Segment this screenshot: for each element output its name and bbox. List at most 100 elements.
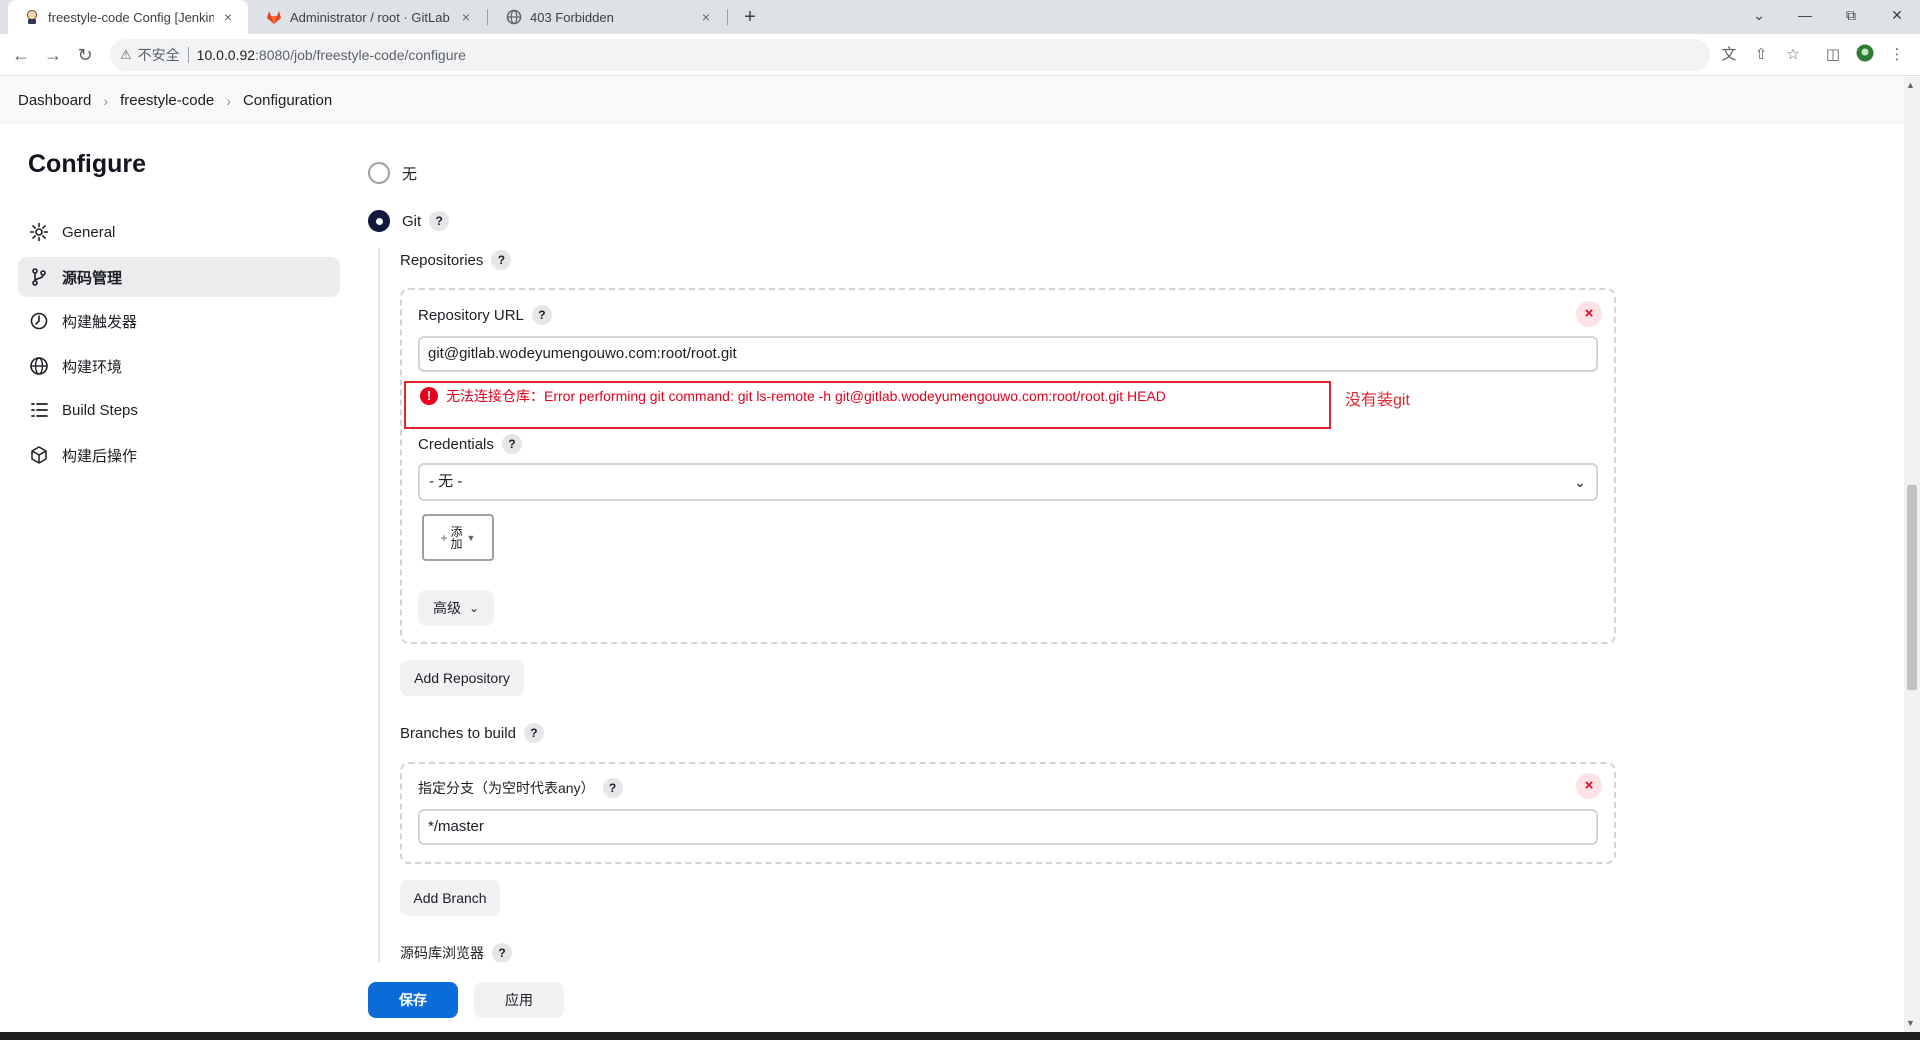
plus-icon: +	[440, 530, 448, 545]
repo-browser-label: 源码库浏览器 ?	[400, 943, 512, 963]
sidebar-item-environment[interactable]: 构建环境	[18, 346, 340, 386]
credentials-label: Credentials ?	[418, 434, 522, 454]
side-panel-icon: ◫	[1825, 46, 1841, 63]
branches-label: Branches to build ?	[400, 723, 544, 743]
sidebar-item-post-build[interactable]: 构建后操作	[18, 435, 340, 475]
browser-tab-title: freestyle-code Config [Jenkins]	[48, 9, 214, 25]
reload-icon: ↻	[77, 45, 93, 65]
annotation-box	[404, 381, 1331, 429]
help-icon[interactable]: ?	[602, 778, 623, 798]
sidebar-item-label: 源码管理	[62, 269, 123, 287]
browser-tab-gitlab[interactable]: Administrator / root · GitLab ×	[250, 0, 486, 34]
label-text: Credentials	[418, 435, 494, 453]
repositories-label: Repositories ?	[400, 250, 512, 270]
browser-tab-jenkins[interactable]: freestyle-code Config [Jenkins] ×	[8, 0, 248, 34]
arrow-right-icon: →	[44, 45, 62, 65]
close-icon[interactable]: ×	[220, 9, 236, 25]
clock-icon	[28, 310, 50, 332]
scroll-down-icon[interactable]: ▼	[1906, 1018, 1915, 1028]
label-text: Repositories	[400, 251, 484, 269]
profile-button[interactable]	[1854, 44, 1876, 66]
add-repository-button[interactable]: Add Repository	[400, 660, 524, 696]
save-button[interactable]: 保存	[368, 982, 458, 1018]
radio-none[interactable]	[368, 162, 390, 184]
scm-option-none[interactable]: 无	[368, 162, 417, 184]
option-label: Git	[402, 212, 422, 230]
globe-icon	[506, 9, 522, 25]
translate-button[interactable]: 文	[1718, 44, 1740, 66]
restore-button[interactable]: ⧉	[1828, 0, 1874, 34]
minimize-button[interactable]: —	[1782, 0, 1828, 34]
branch-icon	[28, 266, 50, 288]
url-path: :8080/job/freestyle-code/configure	[255, 47, 466, 63]
star-icon: ☆	[1786, 46, 1800, 63]
restore-icon: ⧉	[1846, 7, 1856, 23]
browser-tab-strip: freestyle-code Config [Jenkins] × Admini…	[0, 0, 1920, 34]
url-host: 10.0.0.92	[196, 47, 256, 63]
breadcrumb: Dashboard › freestyle-code › Configurati…	[0, 77, 1920, 124]
chevron-down-icon: ⌄	[468, 601, 480, 615]
share-icon: ⇧	[1754, 46, 1768, 63]
bookmark-button[interactable]: ☆	[1782, 44, 1804, 66]
close-icon: ✕	[1891, 7, 1903, 23]
label-text: Repository URL	[418, 306, 524, 324]
repo-url-label: Repository URL ?	[418, 305, 552, 325]
button-label: 高级	[432, 600, 461, 616]
close-icon[interactable]: ×	[698, 9, 714, 25]
dropdown-caret-icon: ▼	[466, 532, 476, 543]
help-icon[interactable]: ?	[501, 434, 522, 454]
delete-branch-button[interactable]: ×	[1576, 773, 1602, 799]
label-text: 源码库浏览器	[400, 945, 484, 961]
radio-git[interactable]	[368, 210, 390, 232]
help-icon[interactable]: ?	[531, 305, 552, 325]
branch-spec-input[interactable]: */master	[418, 809, 1598, 845]
advanced-button[interactable]: 高级 ⌄	[418, 590, 494, 626]
button-label: 添加	[450, 524, 463, 551]
scroll-up-icon[interactable]: ▲	[1906, 80, 1915, 90]
close-window-button[interactable]: ✕	[1874, 0, 1920, 34]
browser-tab-403[interactable]: 403 Forbidden ×	[490, 0, 726, 34]
option-label: 无	[402, 165, 418, 183]
help-icon[interactable]: ?	[429, 211, 450, 231]
close-icon[interactable]: ×	[458, 9, 474, 25]
new-tab-button[interactable]: +	[736, 4, 764, 30]
scm-option-git[interactable]: Git ?	[368, 210, 450, 232]
warning-icon: ⚠	[120, 47, 132, 62]
annotation-text: 没有装git	[1345, 392, 1410, 409]
tab-search-button[interactable]: ⌄	[1736, 0, 1782, 34]
address-bar[interactable]: ⚠ 不安全 10.0.0.92:8080/job/freestyle-code/…	[110, 39, 1710, 71]
reload-button[interactable]: ↻	[72, 42, 98, 68]
jenkins-icon	[24, 9, 40, 25]
breadcrumb-job[interactable]: freestyle-code	[120, 92, 214, 109]
sidebar-item-triggers[interactable]: 构建触发器	[18, 301, 340, 341]
forward-button[interactable]: →	[40, 42, 66, 68]
apply-button[interactable]: 应用	[474, 982, 564, 1018]
kebab-menu-icon: ⋮	[1889, 46, 1905, 63]
security-label: 不安全	[137, 47, 180, 63]
delete-repository-button[interactable]: ×	[1576, 301, 1602, 327]
selected-value: - 无 -	[429, 473, 463, 490]
cube-icon	[28, 444, 50, 466]
add-branch-button[interactable]: Add Branch	[400, 880, 500, 916]
help-icon[interactable]: ?	[492, 943, 512, 963]
share-button[interactable]: ⇧	[1750, 44, 1772, 66]
breadcrumb-dashboard[interactable]: Dashboard	[18, 92, 91, 109]
help-icon[interactable]: ?	[523, 723, 544, 743]
label-text: 指定分支（为空时代表any）	[418, 780, 595, 796]
breadcrumb-configuration[interactable]: Configuration	[243, 92, 332, 109]
arrow-left-icon: ←	[12, 45, 30, 65]
credentials-select[interactable]: - 无 - ⌄	[418, 463, 1598, 501]
add-credentials-button[interactable]: + 添加 ▼	[422, 514, 494, 561]
repo-url-input[interactable]: git@gitlab.wodeyumengouwo.com:root/root.…	[418, 336, 1598, 372]
sidebar-item-scm[interactable]: 源码管理	[18, 257, 340, 297]
browser-menu-button[interactable]: ⋮	[1886, 44, 1908, 66]
sidebar-item-label: 构建触发器	[62, 313, 138, 331]
sidebar-item-build-steps[interactable]: Build Steps	[18, 390, 340, 430]
scrollbar-thumb[interactable]	[1907, 485, 1917, 690]
branch-spec-label: 指定分支（为空时代表any） ?	[418, 778, 623, 798]
bottom-action-bar	[0, 962, 1900, 1032]
sidebar-item-general[interactable]: General	[18, 212, 340, 252]
help-icon[interactable]: ?	[491, 250, 512, 270]
side-panel-button[interactable]: ◫	[1822, 44, 1844, 66]
back-button[interactable]: ←	[8, 42, 34, 68]
